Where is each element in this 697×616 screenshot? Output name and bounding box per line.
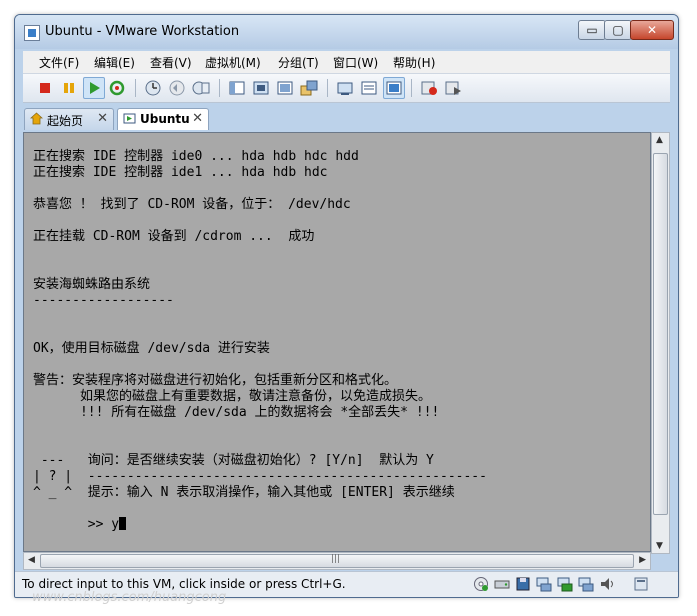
console-line: 安装海蜘蛛路由系统 xyxy=(33,277,151,292)
scroll-down-icon[interactable]: ▼ xyxy=(656,541,663,551)
summary-view-icon[interactable] xyxy=(359,78,379,98)
menu-help[interactable]: 帮助(H) xyxy=(393,54,435,71)
menu-edit[interactable]: 编辑(E) xyxy=(94,54,135,71)
console-line: 正在搜索 IDE 控制器 ide0 ... hda hdb hdc hdd xyxy=(33,149,359,164)
scroll-up-icon[interactable]: ▲ xyxy=(656,135,663,145)
reset-icon[interactable] xyxy=(107,78,127,98)
vertical-scrollbar[interactable]: ▲ ▼ xyxy=(651,132,670,554)
quick-switch-icon[interactable] xyxy=(299,78,319,98)
snapshot-manager-icon[interactable] xyxy=(191,78,211,98)
close-button[interactable]: ✕ xyxy=(630,20,674,40)
menu-window[interactable]: 窗口(W) xyxy=(333,54,378,71)
snapshot-icon[interactable] xyxy=(143,78,163,98)
vm-console[interactable]: 正在搜索 IDE 控制器 ide0 ... hda hdb hdc hdd 正在… xyxy=(23,132,651,552)
watermark: www.cnblogs.com/huangcong xyxy=(32,590,227,605)
sidebar-icon[interactable] xyxy=(227,78,247,98)
console-line: | ? | ----------------------------------… xyxy=(33,469,487,484)
menu-bar: 文件(F) 编辑(E) 查看(V) 虚拟机(M) 分组(T) 窗口(W) 帮助(… xyxy=(23,51,670,74)
fullscreen-icon[interactable] xyxy=(251,78,271,98)
tab-ubuntu[interactable]: Ubuntu ✕ xyxy=(117,108,209,130)
vm-icon xyxy=(123,112,136,125)
console-line: --- 询问：是否继续安装（对磁盘初始化）? [Y/n] 默认为 Y xyxy=(33,453,434,468)
tab-ubuntu-label: Ubuntu xyxy=(140,112,190,126)
console-line: 恭喜您 ！ 找到了 CD-ROM 设备，位于： /dev/hdc xyxy=(33,197,351,212)
console-view-icon[interactable] xyxy=(335,78,355,98)
title-bar[interactable]: Ubuntu - VMware Workstation ▭ ▢ ✕ xyxy=(15,15,678,49)
home-icon xyxy=(29,112,44,125)
network-adapter-2-icon[interactable] xyxy=(557,576,573,592)
console-line: ^ _ ^ 提示：输入 N 表示取消操作，输入其他或 [ENTER] 表示继续 xyxy=(33,485,455,500)
scroll-right-icon[interactable]: ▶ xyxy=(639,555,646,565)
text-cursor xyxy=(119,517,127,530)
console-line: 正在挂载 CD-ROM 设备到 /cdrom ... 成功 xyxy=(33,229,315,244)
floppy-icon[interactable] xyxy=(515,576,531,592)
usb-icon[interactable] xyxy=(578,576,594,592)
menu-vm[interactable]: 虚拟机(M) xyxy=(205,54,261,71)
revert-snapshot-icon[interactable] xyxy=(167,78,187,98)
menu-view[interactable]: 查看(V) xyxy=(150,54,192,71)
menu-file[interactable]: 文件(F) xyxy=(39,54,79,71)
tab-home-label: 起始页 xyxy=(47,114,84,128)
scroll-grip: ||| xyxy=(331,554,341,564)
console-line: 如果您的磁盘上有重要数据，敬请注意备份，以免造成损失。 xyxy=(33,389,431,404)
console-line: ------------------ xyxy=(33,293,174,308)
console-line: 正在搜索 IDE 控制器 ide1 ... hda hdb hdc xyxy=(33,165,328,180)
toolbar xyxy=(23,74,670,103)
hard-disk-icon[interactable] xyxy=(494,576,510,592)
pause-icon[interactable] xyxy=(59,78,79,98)
vertical-scroll-thumb[interactable] xyxy=(653,153,668,515)
window-title: Ubuntu - VMware Workstation xyxy=(45,24,240,39)
status-text: To direct input to this VM, click inside… xyxy=(22,577,346,591)
record-icon[interactable] xyxy=(419,78,439,98)
power-off-icon[interactable] xyxy=(35,78,55,98)
tab-home-close-icon[interactable]: ✕ xyxy=(97,111,108,126)
console-prompt-line: >> y xyxy=(33,517,127,532)
menu-team[interactable]: 分组(T) xyxy=(278,54,319,71)
app-window: Ubuntu - VMware Workstation ▭ ▢ ✕ 文件(F) … xyxy=(14,14,679,598)
tab-home[interactable]: 起始页 ✕ xyxy=(24,108,114,130)
scroll-left-icon[interactable]: ◀ xyxy=(28,555,35,565)
minimize-button[interactable]: ▭ xyxy=(578,20,606,40)
vmware-icon xyxy=(24,25,40,41)
horizontal-scroll-thumb[interactable]: ||| xyxy=(40,554,634,568)
console-line: 警告：安装程序将对磁盘进行初始化，包括重新分区和格式化。 xyxy=(33,373,398,388)
unity-icon[interactable] xyxy=(275,78,295,98)
network-icon[interactable] xyxy=(536,576,552,592)
sound-icon[interactable] xyxy=(599,576,615,592)
cdrom-icon[interactable] xyxy=(473,576,489,592)
replay-icon[interactable] xyxy=(443,78,463,98)
tab-ubuntu-close-icon[interactable]: ✕ xyxy=(192,111,203,126)
maximize-button[interactable]: ▢ xyxy=(604,20,632,40)
console-line: OK，使用目标磁盘 /dev/sda 进行安装 xyxy=(33,341,270,356)
console-line: !!! 所有在磁盘 /dev/sda 上的数据将会 *全部丢失* !!! xyxy=(33,405,440,420)
tab-bar: 起始页 ✕ Ubuntu ✕ xyxy=(23,105,670,130)
horizontal-scrollbar[interactable]: ◀ ||| ▶ xyxy=(23,552,651,570)
power-on-icon[interactable] xyxy=(83,77,105,99)
console-prompt: >> y xyxy=(33,517,120,532)
appliance-view-icon[interactable] xyxy=(383,77,405,99)
message-log-icon[interactable] xyxy=(633,576,649,592)
